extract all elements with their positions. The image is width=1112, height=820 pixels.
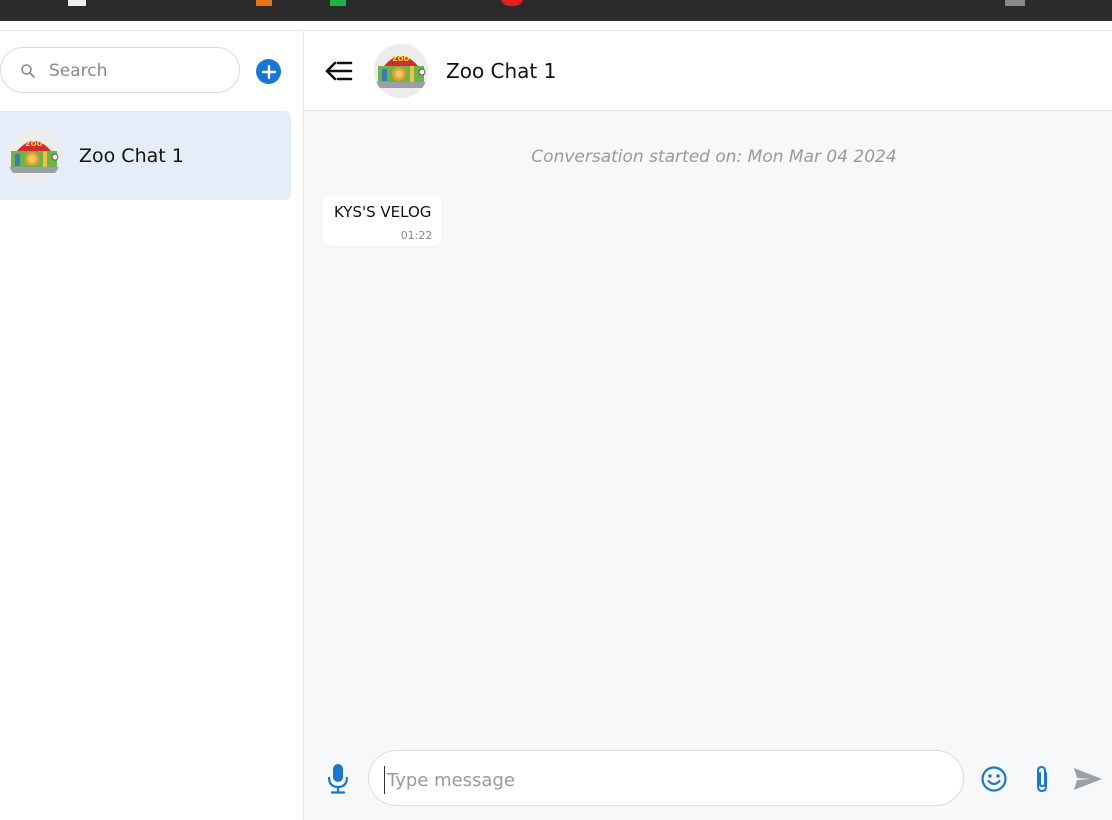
zoo-avatar: ZOO [374,44,428,98]
add-conversation-button[interactable] [256,59,281,84]
back-arrow-icon[interactable] [324,58,354,84]
bookmark-favicon [256,0,272,6]
plus-icon [261,64,276,79]
message-time: 01:22 [400,229,433,242]
message-bubble[interactable]: KYS'S VELOG 01:22 [323,195,443,246]
message-list: Conversation started on: Mon Mar 04 2024… [304,111,1112,741]
send-icon[interactable] [1073,766,1103,792]
chat-header: ZOO Zoo Chat 1 [304,31,1112,111]
search-box [0,47,240,93]
message-input-box [368,750,964,806]
sidebar: ZOO Zoo Chat 1 [0,31,304,820]
microphone-icon[interactable] [326,762,350,794]
conversation-started-label: Conversation started on: Mon Mar 04 2024 [531,147,897,167]
chat-panel: ZOO Zoo Chat 1 Conversation started on: … [304,31,1112,820]
svg-text:ZOO: ZOO [26,140,43,148]
message-text: KYS'S VELOG [334,203,432,221]
bookmark-favicon [1005,0,1025,6]
conversation-name: Zoo Chat 1 [79,144,184,167]
search-icon [21,64,35,78]
conversation-item[interactable]: ZOO Zoo Chat 1 [0,111,291,200]
paperclip-icon[interactable] [1032,764,1052,794]
bookmark-favicon [68,0,86,6]
svg-text:ZOO: ZOO [393,55,410,63]
chat-title: Zoo Chat 1 [446,59,557,83]
bookmark-favicon [500,0,524,6]
emoji-icon[interactable] [980,765,1008,793]
zoo-avatar: ZOO [7,128,61,183]
bookmark-favicon [330,0,346,6]
message-composer [304,750,1112,806]
message-input[interactable] [384,766,949,794]
search-input[interactable] [47,58,231,84]
browser-divider [0,21,1112,31]
browser-bookmark-bar [0,0,1112,21]
